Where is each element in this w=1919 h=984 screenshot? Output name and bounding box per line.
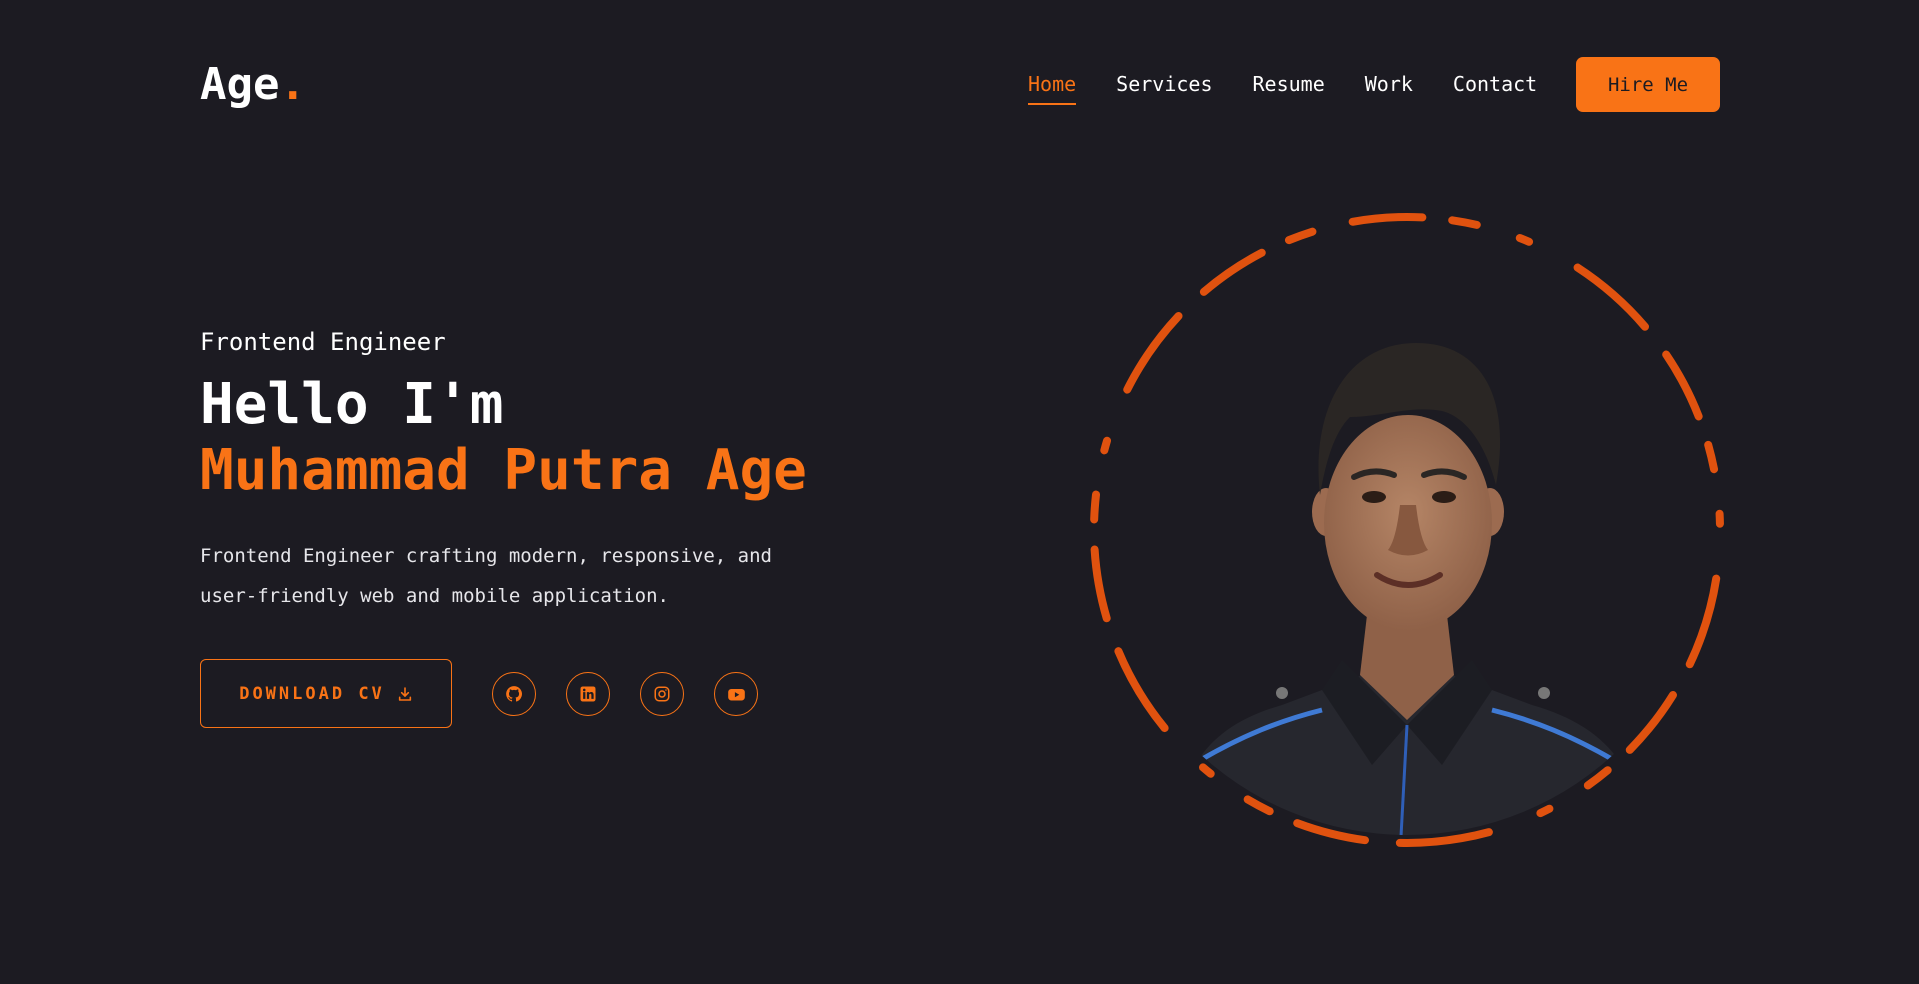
github-icon — [506, 686, 522, 702]
hero-role: Frontend Engineer — [200, 328, 446, 356]
portrait — [1090, 213, 1724, 847]
instagram-link[interactable] — [640, 672, 684, 716]
download-cv-button[interactable]: DOWNLOAD CV — [200, 659, 452, 728]
download-icon — [398, 686, 411, 701]
social-links — [492, 672, 758, 716]
nav-services[interactable]: Services — [1116, 70, 1212, 98]
logo-text: Age — [200, 59, 280, 110]
hero-description: Frontend Engineer crafting modern, respo… — [200, 545, 772, 607]
download-cv-label: DOWNLOAD CV — [239, 683, 385, 704]
linkedin-link[interactable] — [566, 672, 610, 716]
page: Age. Home Services Resume Work Contact H… — [0, 0, 1919, 984]
nav-home[interactable]: Home — [1028, 70, 1077, 105]
hero-greeting: Hello I'm — [200, 372, 504, 437]
nav-contact[interactable]: Contact — [1453, 70, 1537, 98]
youtube-icon — [727, 688, 745, 700]
youtube-link[interactable] — [714, 672, 758, 716]
main-nav: Home Services Resume Work Contact — [1028, 70, 1577, 105]
logo[interactable]: Age. — [200, 58, 306, 112]
linkedin-icon — [580, 686, 596, 702]
github-link[interactable] — [492, 672, 536, 716]
nav-resume[interactable]: Resume — [1253, 70, 1325, 98]
hire-me-button[interactable]: Hire Me — [1576, 57, 1720, 112]
hero-name: Muhammad Putra Age — [200, 438, 807, 503]
logo-dot: . — [279, 59, 306, 110]
nav-work[interactable]: Work — [1365, 70, 1413, 98]
instagram-icon — [654, 686, 670, 702]
profile-photo — [1172, 343, 1647, 835]
